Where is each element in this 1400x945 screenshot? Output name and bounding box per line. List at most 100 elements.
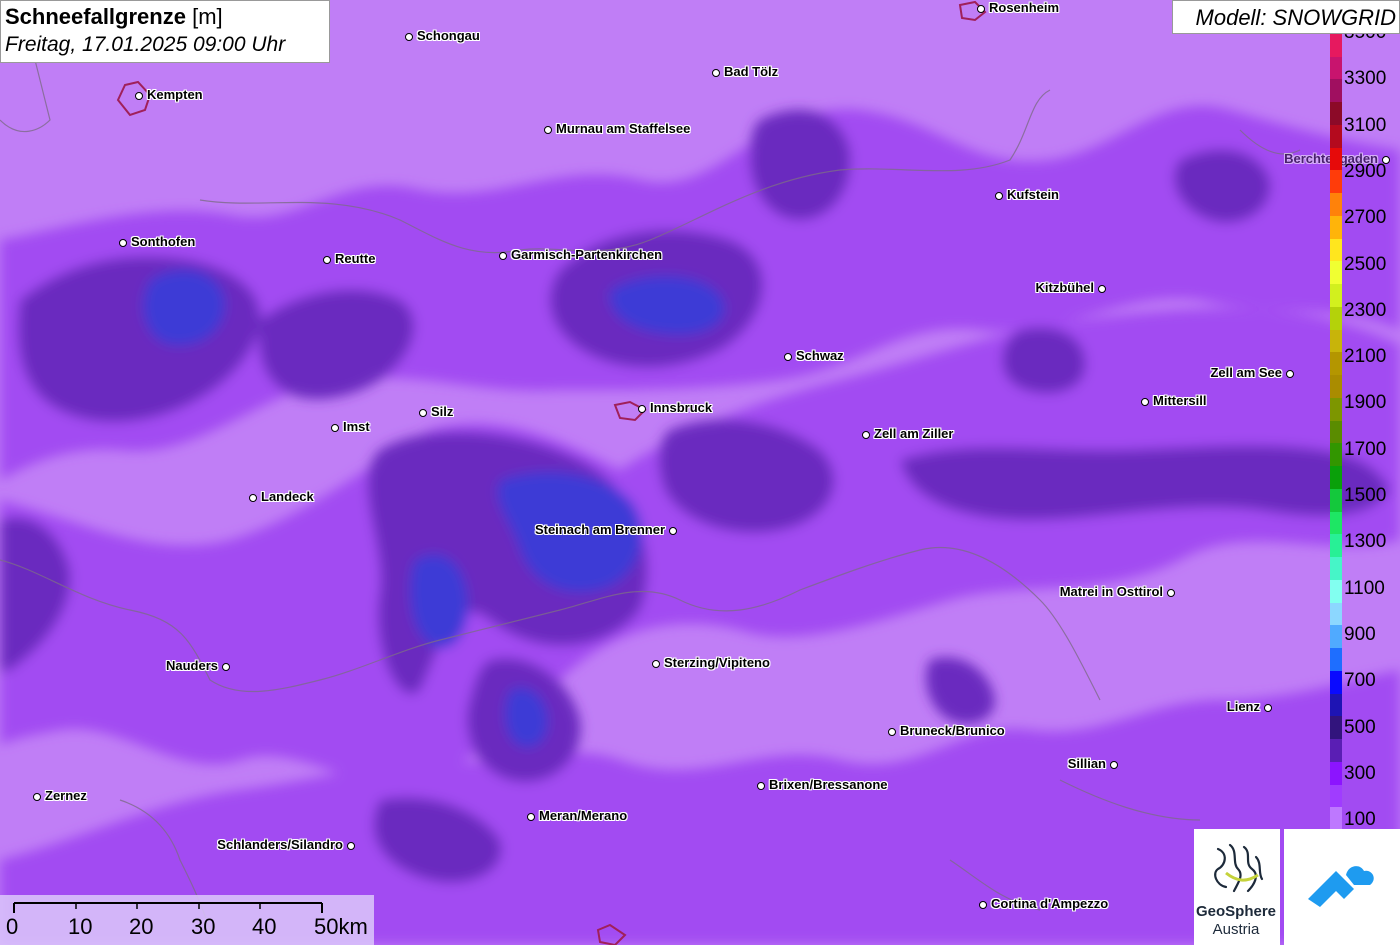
geosphere-logo: GeoSphere Austria (1194, 829, 1280, 945)
legend-color-swatch (1330, 557, 1342, 581)
legend-value-label: 900 (1344, 623, 1376, 645)
city-label: Rosenheim (989, 0, 1060, 15)
city-label: Sterzing/Vipiteno (664, 655, 770, 670)
legend-color-swatch (1330, 284, 1342, 308)
legend-color-swatch (1330, 443, 1342, 467)
legend-color-swatch (1330, 648, 1342, 672)
map-title-unit: [m] (192, 4, 223, 29)
legend-value-label: 1700 (1344, 438, 1387, 460)
city-marker (119, 239, 127, 247)
city-marker (669, 527, 677, 535)
legend-value-label: 2700 (1344, 207, 1387, 229)
city-marker (862, 431, 870, 439)
city-marker (712, 69, 720, 77)
city-label: Sonthofen (131, 234, 196, 249)
legend-color-swatch (1330, 124, 1342, 149)
city-label: Brixen/Bressanone (769, 777, 888, 792)
city-label: Matrei in Osttirol (1059, 584, 1163, 599)
city-label: Zell am See (1210, 365, 1282, 380)
legend-color-swatch (1330, 261, 1342, 285)
legend-value-label: 3300 (1344, 68, 1387, 90)
legend-value-label: 1900 (1344, 392, 1387, 414)
city-marker (544, 126, 552, 134)
city-label: Zernez (45, 788, 87, 803)
city-marker (1141, 398, 1149, 406)
scale-tick-label: 20 (129, 914, 154, 939)
legend-color-swatch (1330, 420, 1342, 444)
legend-color-swatch (1330, 397, 1342, 422)
city-label: Murnau am Staffelsee (556, 121, 691, 136)
partner-logo (1284, 829, 1400, 945)
city-marker (995, 192, 1003, 200)
legend-color-swatch (1330, 534, 1342, 558)
city-label: Garmisch-Partenkirchen (511, 247, 663, 262)
legend-color-swatch (1330, 761, 1342, 785)
city-label: Schwaz (796, 348, 844, 363)
city-marker (979, 901, 987, 909)
legend-color-swatch (1330, 579, 1342, 604)
city-marker (784, 353, 792, 361)
scale-tick-label: 40 (252, 914, 277, 939)
legend-value-label: 3100 (1344, 114, 1387, 136)
city-marker (652, 660, 660, 668)
city-label: Innsbruck (650, 400, 713, 415)
scale-tick-label: 10 (68, 914, 93, 939)
city-marker (1098, 285, 1106, 293)
city-marker (1110, 761, 1118, 769)
city-label: Steinach am Brenner (534, 522, 665, 537)
city-marker (419, 409, 427, 417)
legend-color-swatch (1330, 193, 1342, 217)
city-label: Schongau (417, 28, 480, 43)
city-marker (638, 405, 646, 413)
legend-value-label: 2300 (1344, 299, 1387, 321)
city-label: Mittersill (1153, 393, 1207, 408)
legend-value-label: 1100 (1344, 577, 1385, 599)
legend-color-swatch (1330, 102, 1342, 126)
legend-color-swatch (1330, 693, 1342, 717)
legend-value-label: 1300 (1344, 531, 1387, 553)
legend-color-swatch (1330, 670, 1342, 695)
legend-value-label: 1500 (1344, 485, 1387, 506)
city-label: Kempten (147, 87, 203, 102)
map-title-box: Schneefallgrenze [m] Freitag, 17.01.2025… (0, 0, 330, 63)
legend-color-swatch (1330, 215, 1342, 240)
city-label: Imst (343, 419, 370, 434)
legend-color-swatch (1330, 739, 1342, 763)
map-title-variable: Schneefallgrenze (5, 4, 186, 29)
city-marker (757, 782, 765, 790)
legend-color-swatch (1330, 238, 1342, 262)
city-marker (1167, 589, 1175, 597)
city-label: Bruneck/Brunico (900, 723, 1005, 738)
legend-color-swatch (1330, 716, 1342, 740)
legend-value-label: 700 (1344, 670, 1376, 692)
city-marker (249, 494, 257, 502)
city-marker (1264, 704, 1272, 712)
city-marker (1286, 370, 1294, 378)
city-label: Zell am Ziller (874, 426, 954, 441)
legend-color-swatch (1330, 34, 1342, 58)
legend-color-swatch (1330, 56, 1342, 80)
legend-color-swatch (1330, 147, 1342, 171)
map-title: Schneefallgrenze [m] (5, 3, 325, 31)
city-label: Bad Tölz (724, 64, 779, 79)
geosphere-country: Austria (1212, 921, 1260, 938)
city-label: Silz (431, 404, 454, 419)
city-marker (405, 33, 413, 41)
legend-color-swatch (1330, 352, 1342, 376)
city-marker (499, 252, 507, 260)
scale-tick-label: 0 (6, 914, 19, 939)
city-label: Sillian (1067, 756, 1106, 771)
geosphere-name: GeoSphere (1195, 903, 1277, 920)
city-marker (977, 5, 985, 13)
model-label: Modell: SNOWGRID (1172, 0, 1400, 34)
city-label: Landeck (261, 489, 314, 504)
legend-color-swatch (1330, 79, 1342, 103)
legend-value-label: 100 (1344, 809, 1376, 831)
city-marker (323, 256, 331, 264)
scale-tick-label: 30 (191, 914, 216, 939)
city-label: Reutte (335, 251, 376, 266)
legend-color-swatch (1330, 625, 1342, 649)
city-marker (347, 842, 355, 850)
city-label: Cortina d'Ampezzo (991, 896, 1109, 911)
legend-color-swatch (1330, 466, 1342, 490)
